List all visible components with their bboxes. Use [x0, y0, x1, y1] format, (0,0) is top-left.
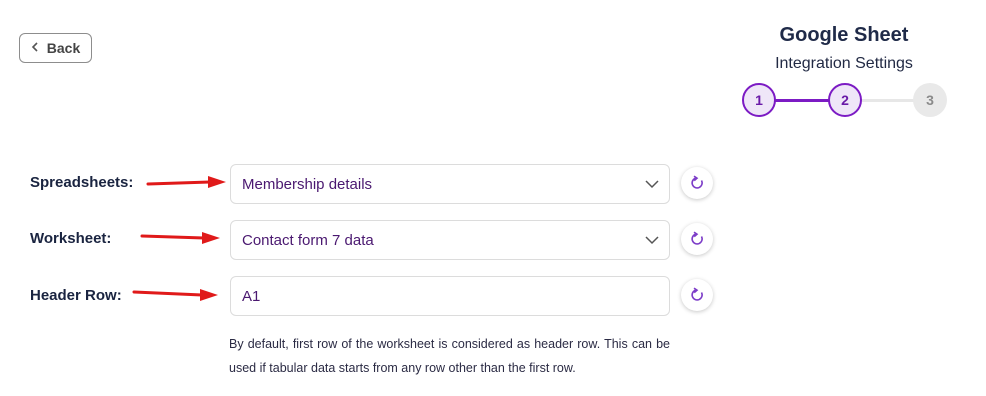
- header-row-label: Header Row:: [30, 287, 122, 304]
- refresh-worksheet-button[interactable]: [681, 223, 713, 255]
- step-connector-pending: [860, 99, 916, 102]
- header: Google Sheet Integration Settings: [744, 24, 944, 73]
- refresh-icon: [691, 231, 703, 245]
- chevron-down-icon: [635, 179, 669, 189]
- header-row-help-text: By default, first row of the worksheet i…: [229, 337, 670, 375]
- spreadsheets-value: Membership details: [242, 175, 373, 193]
- spreadsheets-select[interactable]: Membership details: [230, 164, 670, 204]
- worksheet-label: Worksheet:: [30, 230, 112, 247]
- worksheet-value: Contact form 7 data: [242, 231, 374, 249]
- spreadsheets-label: Spreadsheets:: [30, 174, 134, 191]
- back-button[interactable]: Back: [19, 33, 92, 63]
- step-1[interactable]: 1: [742, 83, 776, 117]
- step-2[interactable]: 2: [828, 83, 862, 117]
- page-subtitle: Integration Settings: [775, 55, 913, 72]
- chevron-down-icon: [635, 235, 669, 245]
- red-arrow-icon: [132, 289, 218, 301]
- red-arrow-icon: [146, 176, 226, 188]
- worksheet-select[interactable]: Contact form 7 data: [230, 220, 670, 260]
- refresh-icon: [691, 287, 703, 301]
- stepper: 1 2 3: [742, 83, 947, 117]
- step-3[interactable]: 3: [913, 83, 947, 117]
- chevron-left-icon: [31, 41, 39, 55]
- refresh-spreadsheets-button[interactable]: [681, 167, 713, 199]
- header-row-input[interactable]: A1: [230, 276, 670, 316]
- back-button-label: Back: [46, 40, 81, 56]
- refresh-header-row-button[interactable]: [681, 279, 713, 311]
- red-arrow-icon: [140, 232, 220, 244]
- refresh-icon: [691, 175, 703, 189]
- page-title: Google Sheet: [779, 24, 909, 46]
- step-connector-completed: [774, 99, 830, 102]
- header-row-value: A1: [242, 287, 261, 305]
